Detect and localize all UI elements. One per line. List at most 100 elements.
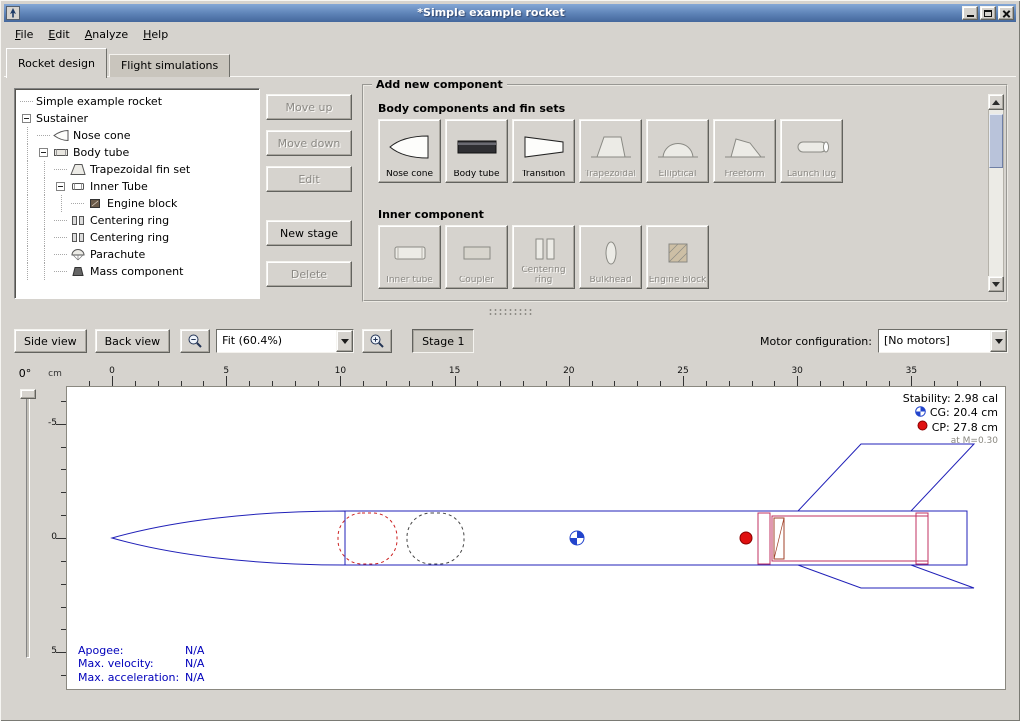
menu-file[interactable]: File — [9, 26, 39, 43]
component-type-icon — [790, 125, 834, 170]
tree-item-parachute[interactable]: Parachute — [20, 246, 257, 263]
dropdown-arrow-icon[interactable] — [990, 330, 1007, 352]
body-component-buttons: Nose cone Body tube Transition Trapezoid… — [378, 119, 843, 183]
maximize-button[interactable] — [980, 6, 996, 20]
component-tree[interactable]: Simple example rocket Sustainer Nose con… — [14, 88, 260, 299]
component-button-label: Inner tube — [386, 276, 433, 286]
zoom-in-button[interactable] — [362, 329, 392, 353]
tree-expander-icon[interactable] — [22, 114, 31, 123]
zoom-select[interactable]: Fit (60.4%) — [216, 329, 354, 353]
arrow-down-icon — [992, 282, 1000, 291]
component-icon — [69, 248, 86, 262]
tree-indent — [20, 144, 37, 161]
fin-top-outline[interactable] — [798, 444, 974, 511]
fin-bottom-outline[interactable] — [798, 565, 974, 588]
component-button-label: Body tube — [453, 170, 499, 180]
component-icon — [69, 163, 86, 177]
tree-item-mass-component[interactable]: Mass component — [20, 263, 257, 280]
minimize-icon — [967, 15, 974, 17]
tree-item-label: Nose cone — [73, 129, 130, 142]
add-freeform-button: Freeform — [713, 119, 776, 183]
zoom-out-button[interactable] — [180, 329, 210, 353]
rotation-slider[interactable] — [26, 392, 30, 658]
add-nose-cone-button[interactable]: Nose cone — [378, 119, 441, 183]
tab-label: Rocket design — [18, 57, 95, 70]
flight-stat-value: N/A — [185, 671, 204, 685]
component-button-label: Freeform — [724, 170, 764, 180]
magnifier-plus-icon — [369, 333, 385, 349]
add-transition-button[interactable]: Transition — [512, 119, 575, 183]
new-stage-button[interactable]: New stage — [266, 220, 352, 246]
splitter-handle[interactable] — [4, 305, 1016, 320]
tab-bar: Rocket design Flight simulations — [6, 47, 232, 77]
add-body-tube-button[interactable]: Body tube — [445, 119, 508, 183]
titlebar[interactable]: *Simple example rocket — [4, 4, 1016, 22]
menu-analyze[interactable]: Analyze — [79, 26, 134, 43]
back-view-button[interactable]: Back view — [95, 329, 171, 353]
stage-1-toggle[interactable]: Stage 1 — [412, 329, 474, 353]
component-button-label: Trapezoidal — [585, 170, 636, 180]
component-button-label: Launch lug — [787, 170, 836, 180]
tree-item-body-tube[interactable]: Body tube — [20, 144, 257, 161]
stability-text: Stability: 2.98 cal — [903, 392, 998, 406]
tree-expander-icon — [54, 246, 69, 263]
tree-item-centering-ring[interactable]: Centering ring — [20, 229, 257, 246]
tree-indent — [20, 178, 54, 195]
rocket-drawing-area[interactable]: Stability: 2.98 cal CG: 20.4 cm CP: 27.8… — [66, 386, 1006, 690]
component-icon — [69, 180, 86, 194]
component-type-icon — [522, 231, 566, 266]
component-type-icon — [388, 231, 432, 276]
tree-expander-icon[interactable] — [39, 148, 48, 157]
motor-configuration-select[interactable]: [No motors] — [878, 329, 1008, 353]
component-scrollbar[interactable] — [988, 94, 1004, 292]
inner-component-buttons: Inner tube Coupler Centering ring Bulkhe… — [378, 225, 709, 289]
motor-configuration-label: Motor configuration: — [760, 335, 872, 348]
mach-text: at M=0.30 — [903, 435, 998, 449]
component-button-label: Coupler — [459, 276, 494, 286]
ruler-unit-label: cm — [44, 369, 66, 385]
tree-item-label: Engine block — [107, 197, 177, 210]
nose-cone-outline[interactable] — [112, 511, 345, 565]
menu-help[interactable]: Help — [137, 26, 174, 43]
add-bulkhead-button: Bulkhead — [579, 225, 642, 289]
tree-item-inner-tube[interactable]: Inner Tube — [20, 178, 257, 195]
rotation-slider-thumb[interactable] — [20, 389, 36, 399]
tree-item-centering-ring[interactable]: Centering ring — [20, 212, 257, 229]
tree-expander-icon — [37, 127, 52, 144]
cg-marker — [570, 531, 584, 545]
minimize-button[interactable] — [962, 6, 978, 20]
scroll-down-button[interactable] — [988, 276, 1004, 292]
tree-item-trapezoidal-fin-set[interactable]: Trapezoidal fin set — [20, 161, 257, 178]
horizontal-ruler: 05101520253035 — [66, 366, 1006, 386]
menu-edit[interactable]: Edit — [42, 26, 75, 43]
component-type-icon — [455, 231, 499, 276]
tree-item-label: Trapezoidal fin set — [90, 163, 190, 176]
tree-item-nose-cone[interactable]: Nose cone — [20, 127, 257, 144]
button-label: Stage 1 — [422, 335, 464, 348]
scroll-up-button[interactable] — [988, 94, 1004, 110]
tab-rocket-design[interactable]: Rocket design — [6, 48, 107, 78]
tree-expander-icon[interactable] — [56, 182, 65, 191]
rotation-angle-label: 0° — [12, 367, 38, 380]
flight-stat-row: Max. acceleration: N/A — [78, 671, 204, 685]
tree-indent — [20, 246, 54, 263]
maximize-icon — [984, 10, 992, 17]
component-button-label: Centering ring — [514, 266, 573, 285]
tree-item-label: Mass component — [90, 265, 183, 278]
tree-expander-icon — [71, 195, 86, 212]
tab-flight-simulations[interactable]: Flight simulations — [109, 54, 230, 77]
tree-expander-icon — [54, 161, 69, 178]
scrollbar-thumb[interactable] — [989, 114, 1003, 168]
component-type-icon — [656, 125, 700, 170]
tree-item-engine-block[interactable]: Engine block — [20, 195, 257, 212]
rocket-side-view — [67, 387, 1005, 689]
component-type-icon — [522, 125, 566, 170]
tree-item-simple-example-rocket[interactable]: Simple example rocket — [20, 93, 257, 110]
tree-indent — [20, 263, 54, 280]
side-view-button[interactable]: Side view — [14, 329, 87, 353]
dropdown-arrow-icon[interactable] — [336, 330, 353, 352]
body-tube-outline[interactable] — [345, 511, 967, 565]
tree-item-sustainer[interactable]: Sustainer — [20, 110, 257, 127]
close-button[interactable] — [998, 6, 1014, 20]
component-button-label: Transition — [522, 170, 566, 180]
